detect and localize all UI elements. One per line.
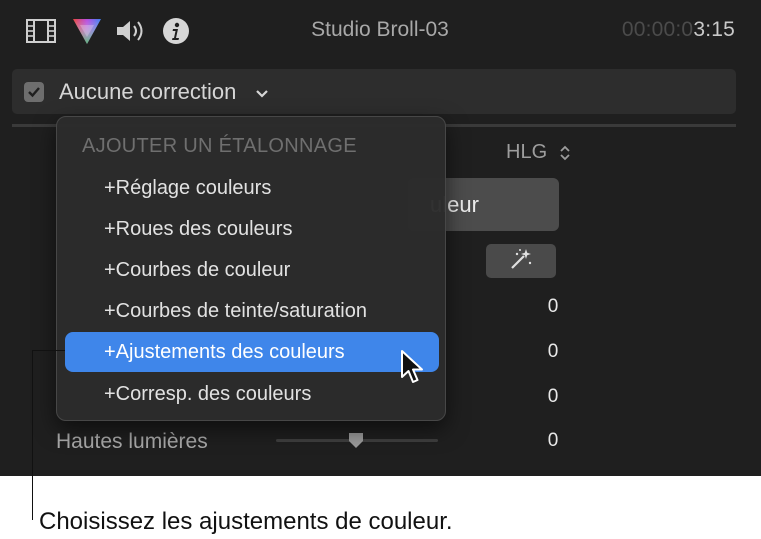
menu-item-color-wheels[interactable]: +Roues des couleurs — [65, 209, 439, 249]
color-inspector-panel: Studio Broll-03 00:00:03:15 Aucune corre… — [0, 0, 761, 476]
clip-title: Studio Broll-03 — [311, 18, 449, 41]
menu-item-color-board[interactable]: +Réglage couleurs — [65, 168, 439, 208]
color-wheel-icon[interactable] — [70, 16, 104, 46]
magic-wand-button[interactable] — [486, 244, 556, 278]
callout-text: Choisissez les ajustements de couleur. — [39, 508, 453, 535]
menu-item-hue-saturation-curves[interactable]: +Courbes de teinte/saturation — [65, 291, 439, 331]
callout-line — [32, 350, 65, 520]
hlg-label[interactable]: HLG — [506, 141, 547, 164]
highlights-slider-thumb[interactable] — [347, 432, 365, 455]
highlights-label: Hautes lumières — [56, 430, 208, 453]
film-icon[interactable] — [25, 16, 57, 46]
timecode-leading: 00:00:0 — [621, 18, 694, 41]
menu-item-color-adjustments[interactable]: +Ajustements des couleurs — [65, 332, 439, 372]
correction-selector[interactable]: Aucune correction — [12, 69, 736, 114]
value-readout: 0 — [547, 296, 559, 317]
value-readout: 0 — [547, 386, 559, 407]
stepper-icon[interactable] — [559, 144, 571, 167]
correction-checkbox[interactable] — [24, 82, 44, 102]
correction-label[interactable]: Aucune correction — [59, 79, 236, 105]
speaker-icon[interactable] — [114, 16, 148, 46]
highlights-value: 0 — [547, 430, 559, 451]
mouse-pointer-icon — [400, 349, 426, 390]
chevron-down-icon[interactable] — [255, 86, 269, 104]
info-icon[interactable] — [161, 16, 191, 46]
menu-item-color-match[interactable]: +Corresp. des couleurs — [65, 374, 439, 414]
timecode: 00:00:03:15 — [622, 18, 735, 42]
menu-heading: AJOUTER UN ÉTALONNAGE — [82, 135, 357, 157]
add-grading-menu: AJOUTER UN ÉTALONNAGE +Réglage couleurs … — [56, 116, 446, 421]
timecode-value: 3:15 — [693, 18, 735, 41]
menu-item-color-curves[interactable]: +Courbes de couleur — [65, 250, 439, 290]
value-readout: 0 — [547, 341, 559, 362]
magic-wand-icon — [508, 247, 534, 276]
